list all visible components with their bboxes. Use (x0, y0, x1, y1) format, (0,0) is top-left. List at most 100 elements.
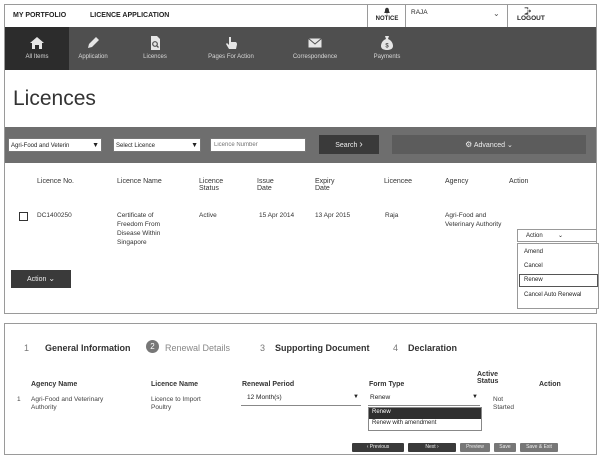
search-button[interactable]: Search › (319, 135, 379, 154)
licence-select[interactable]: Select Licence ▼ (113, 138, 201, 152)
col-header-agency[interactable]: Agency (445, 178, 468, 185)
advanced-button[interactable]: ⚙ Advanced ⌄ (392, 135, 586, 154)
col-header-form-type: Form Type (369, 381, 405, 388)
form-type-select[interactable]: Renew ▼ (368, 394, 480, 406)
chevron-left-icon: ‹ (366, 444, 369, 450)
money-bag-icon: $ (381, 36, 393, 50)
gear-icon: ⚙ (465, 140, 473, 149)
nav-item-licences[interactable]: Licences (123, 27, 187, 70)
preview-button[interactable]: Preview (460, 443, 490, 452)
nav-item-payments[interactable]: $ Payments (355, 27, 419, 70)
nav-label: Payments (373, 54, 401, 60)
nav-item-application[interactable]: Application (61, 27, 125, 70)
hand-pointer-icon (226, 37, 237, 49)
user-select[interactable]: RAJA ⌄ (409, 7, 503, 24)
col-header-licence-status[interactable]: Licence Status (199, 178, 229, 192)
renewal-wizard-panel: 1 General Information 2 Renewal Details … (4, 323, 597, 455)
licence-select-value: Select Licence (116, 143, 156, 149)
action-option-cancel-auto-renewal[interactable]: Cancel Auto Renewal (524, 292, 581, 298)
chevron-down-icon: ⌄ (48, 274, 56, 283)
col-header-expiry-date[interactable]: Expiry Date (315, 178, 343, 192)
row-checkbox[interactable] (19, 212, 28, 221)
nav-item-pages-for-action[interactable]: Pages For Action (185, 27, 277, 70)
page-title: Licences (13, 87, 96, 110)
col-header-active-status: Active Status (477, 371, 499, 385)
col-header-agency-name: Agency Name (31, 381, 78, 388)
licence-name: Licence to Import Poultry (151, 396, 201, 411)
col-header-licence-name[interactable]: Licence Name (117, 178, 167, 185)
dropdown-arrow-icon: ▼ (472, 394, 478, 400)
envelope-icon (308, 38, 322, 48)
col-header-issue-date[interactable]: Issue Date (257, 178, 285, 192)
divider (507, 5, 508, 27)
step-renewal-details[interactable]: Renewal Details (165, 343, 230, 353)
chevron-down-icon: ⌄ (558, 233, 564, 239)
action-option-amend[interactable]: Amend (524, 249, 543, 255)
my-portfolio-link[interactable]: MY PORTFOLIO (13, 12, 66, 19)
form-type-value: Renew (370, 394, 391, 401)
expiry-date: 13 Apr 2015 (315, 212, 351, 219)
bulk-action-button[interactable]: Action ⌄ (11, 270, 71, 288)
action-option-cancel[interactable]: Cancel (524, 263, 543, 269)
issue-date: 15 Apr 2014 (259, 212, 295, 219)
chevron-right-icon: › (437, 444, 439, 450)
bulk-action-label: Action (26, 276, 47, 283)
licence-status: Active (199, 212, 217, 219)
licence-no[interactable]: DC1400250 (37, 211, 72, 220)
row-action-select[interactable]: Action ⌄ (517, 229, 597, 242)
chevron-down-icon: ▼ (191, 142, 198, 149)
form-type-option-renew-amendment[interactable]: Renew with amendment (369, 419, 481, 427)
row-number: 1 (17, 396, 21, 403)
nav-label: All Items (25, 54, 49, 60)
step-number: 4 (393, 343, 399, 353)
licence-application-link[interactable]: LICENCE APPLICATION (90, 12, 169, 19)
step-general-information[interactable]: General Information (45, 343, 131, 353)
chevron-right-icon: › (359, 139, 363, 150)
nav-item-all-items[interactable]: All Items (5, 27, 69, 70)
notice-icon (384, 7, 390, 15)
col-header-renewal-period: Renewal Period (242, 381, 295, 388)
col-header-licence-no[interactable]: Licence No. (37, 178, 74, 185)
agency: Agri-Food and Veterinary Authority (445, 212, 502, 228)
agency-select[interactable]: Agri-Food and Veterin ▼ (8, 138, 102, 152)
licence-number-input[interactable] (210, 138, 306, 152)
action-option-renew[interactable]: Renew (524, 277, 543, 283)
document-search-icon (151, 36, 160, 50)
divider (405, 5, 406, 27)
previous-label: Previous (369, 444, 390, 450)
chevron-down-icon: ⌄ (506, 142, 513, 149)
step-number-active: 2 (146, 340, 159, 353)
form-type-dropdown: Renew Renew with amendment (368, 407, 482, 431)
row-action-value: Action (526, 233, 543, 239)
previous-button[interactable]: ‹ Previous (352, 443, 404, 452)
pencil-icon (88, 37, 99, 48)
step-declaration[interactable]: Declaration (408, 343, 457, 353)
notice-button[interactable]: NOTICE (371, 6, 403, 26)
action-dropdown-menu: Amend Cancel Renew Cancel Auto Renewal (517, 243, 599, 309)
next-button[interactable]: Next › (408, 443, 456, 452)
licencee: Raja (385, 212, 399, 219)
nav-item-correspondence[interactable]: Correspondence (277, 27, 353, 70)
user-name: RAJA (411, 9, 428, 16)
col-header-licencee[interactable]: Licencee (384, 178, 412, 185)
step-supporting-document[interactable]: Supporting Document (275, 343, 370, 353)
col-header-action: Action (539, 381, 561, 388)
nav-label: Pages For Action (208, 54, 254, 60)
chevron-down-icon: ▼ (92, 142, 99, 149)
licences-panel: MY PORTFOLIO LICENCE APPLICATION NOTICE … (4, 4, 599, 314)
search-label: Search (335, 142, 358, 149)
step-number: 1 (24, 343, 30, 353)
logout-label: LOGOUT (517, 15, 545, 22)
form-type-option-renew[interactable]: Renew (369, 408, 481, 419)
filter-bar: Agri-Food and Veterin ▼ Select Licence ▼… (5, 127, 596, 163)
main-nav: All Items Application Licences Pages For… (5, 27, 596, 70)
renewal-period-select[interactable]: 12 Month(s) ▼ (241, 394, 361, 406)
step-number: 3 (260, 343, 266, 353)
dropdown-arrow-icon: ▼ (353, 394, 359, 400)
next-label: Next (425, 444, 436, 450)
nav-label: Application (78, 54, 108, 60)
save-button[interactable]: Save (494, 443, 516, 452)
save-exit-button[interactable]: Save & Exit (520, 443, 558, 452)
logout-button[interactable]: LOGOUT (517, 6, 557, 26)
col-header-action: Action (509, 178, 529, 185)
